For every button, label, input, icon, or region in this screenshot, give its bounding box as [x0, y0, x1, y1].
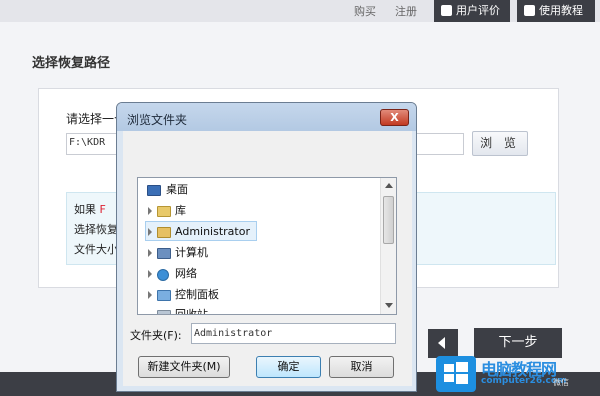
- control-panel-icon: [157, 290, 171, 301]
- new-folder-button[interactable]: 新建文件夹(M): [138, 356, 230, 378]
- tree-item-label: 计算机: [175, 246, 208, 259]
- tree-item-control-panel[interactable]: 控制面板: [138, 285, 378, 305]
- page-title: 选择恢复路径: [32, 56, 111, 71]
- tree-item-label: Administrator: [175, 225, 250, 238]
- expand-arrow-icon[interactable]: [148, 249, 152, 257]
- info-line-1-drive: F: [99, 203, 106, 216]
- close-button[interactable]: X: [380, 109, 409, 126]
- info-line-2: 选择恢复: [74, 223, 118, 236]
- scrollbar-thumb[interactable]: [383, 196, 394, 244]
- book-icon: [524, 5, 535, 16]
- dialog-title-bar[interactable]: 浏览文件夹 X: [117, 103, 416, 131]
- info-line-3: 文件大小: [74, 243, 118, 256]
- windows-logo-icon: [436, 356, 476, 392]
- scroll-up-arrow-icon[interactable]: [385, 183, 393, 188]
- scroll-down-arrow-icon[interactable]: [385, 303, 393, 308]
- previous-button[interactable]: [428, 329, 458, 358]
- top-bar: 购买 注册 用户评价 使用教程: [0, 0, 600, 22]
- tree-item-label: 控制面板: [175, 288, 219, 301]
- expand-arrow-icon[interactable]: [148, 228, 152, 236]
- computer-icon: [157, 248, 171, 259]
- dialog-title: 浏览文件夹: [127, 113, 188, 127]
- browse-button[interactable]: 浏 览: [472, 131, 528, 156]
- tree-item-library[interactable]: 库: [138, 201, 378, 221]
- expand-arrow-icon[interactable]: [148, 270, 152, 278]
- tree-item-computer[interactable]: 计算机: [138, 243, 378, 263]
- tutorial-button[interactable]: 使用教程: [517, 0, 595, 22]
- tutorial-label: 使用教程: [539, 4, 583, 17]
- thumbs-up-icon: [441, 5, 452, 16]
- folder-input[interactable]: Administrator: [191, 323, 396, 344]
- library-icon: [157, 206, 171, 217]
- watermark-wechat: 微信: [553, 378, 569, 387]
- tree-item-label: 库: [175, 204, 186, 217]
- desktop-icon: [147, 185, 161, 196]
- folder-label: 文件夹(F):: [130, 329, 182, 342]
- recycle-bin-icon: [157, 310, 171, 314]
- info-line-1-text: 如果: [74, 203, 96, 216]
- info-line-1: 如果 F: [74, 201, 106, 217]
- user-reviews-button[interactable]: 用户评价: [434, 0, 510, 22]
- folder-tree: 桌面 库 Administrator 计算机 网络 控制面板 回收站: [137, 177, 397, 315]
- tree-item-label: 网络: [175, 267, 197, 280]
- tree-item-label: 回收站: [175, 305, 208, 314]
- tree-item-desktop[interactable]: 桌面: [138, 180, 378, 200]
- ok-button[interactable]: 确定: [256, 356, 321, 378]
- register-link[interactable]: 注册: [395, 3, 417, 19]
- tree-item-label: 桌面: [166, 183, 188, 196]
- user-reviews-label: 用户评价: [456, 4, 500, 17]
- cancel-button[interactable]: 取消: [329, 356, 394, 378]
- user-folder-icon: [157, 227, 171, 238]
- expand-arrow-icon[interactable]: [148, 207, 152, 215]
- network-globe-icon: [157, 269, 169, 281]
- next-button[interactable]: 下一步: [474, 328, 562, 358]
- tree-item-network[interactable]: 网络: [138, 264, 378, 284]
- tree-scrollbar[interactable]: [380, 178, 396, 314]
- buy-link[interactable]: 购买: [354, 3, 376, 19]
- expand-arrow-icon[interactable]: [148, 291, 152, 299]
- tree-item-administrator[interactable]: Administrator: [145, 221, 257, 241]
- tree-item-recycle-bin[interactable]: 回收站: [138, 305, 378, 314]
